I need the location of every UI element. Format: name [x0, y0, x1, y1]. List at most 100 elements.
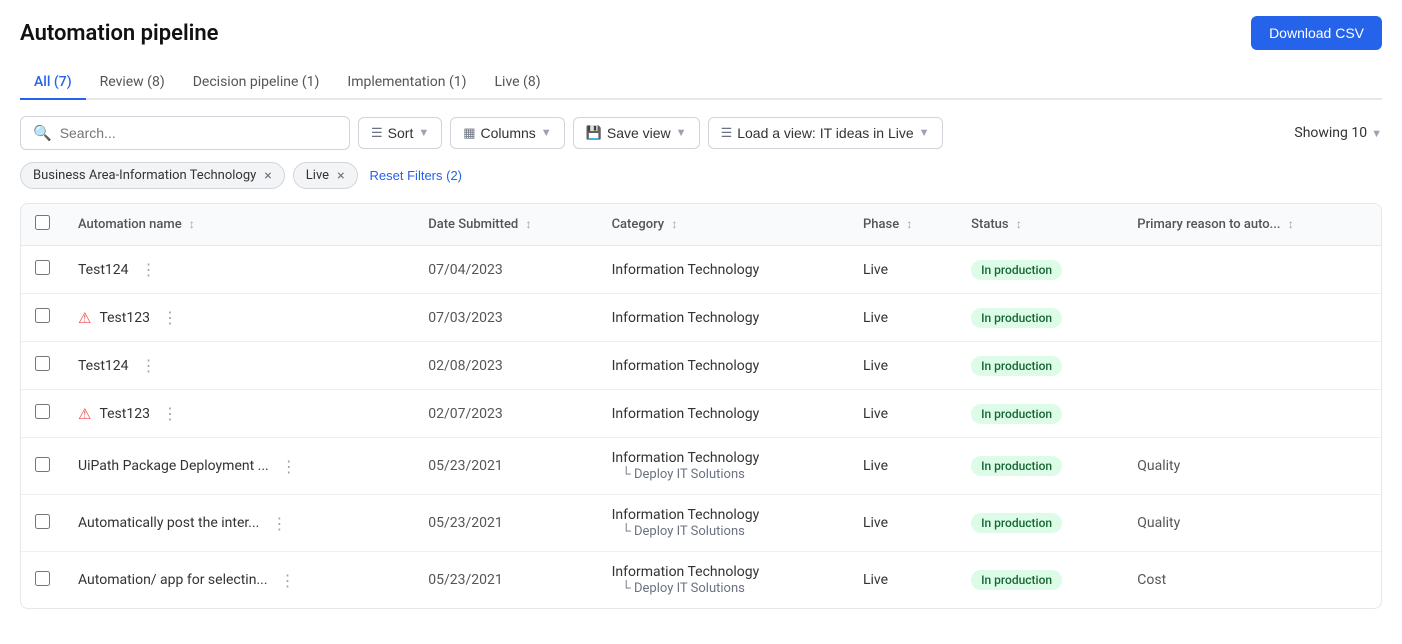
- row-category-2: Information Technology: [612, 358, 835, 374]
- row-checkbox-cell-2: [21, 342, 64, 390]
- showing-count[interactable]: Showing 10 ▼: [1294, 125, 1382, 141]
- load-view-button[interactable]: ☰ Load a view: IT ideas in Live ▼: [708, 117, 943, 149]
- row-menu-6[interactable]: ⋮: [276, 569, 300, 592]
- row-primary-cell-6: Cost: [1123, 552, 1381, 609]
- showing-chevron-icon: ▼: [1371, 127, 1382, 140]
- tabs-bar: All (7)Review (8)Decision pipeline (1)Im…: [20, 66, 1382, 100]
- table-body: Test124 ⋮ 07/04/2023 Information Technol…: [21, 246, 1381, 609]
- table-wrapper: Automation name ↕ Date Submitted ↕ Categ…: [20, 203, 1382, 609]
- row-menu-5[interactable]: ⋮: [267, 512, 291, 535]
- row-status-cell-5: In production: [957, 495, 1123, 552]
- page-header: Automation pipeline Download CSV: [20, 16, 1382, 50]
- row-checkbox-cell-5: [21, 495, 64, 552]
- table-row: Test124 ⋮ 02/08/2023 Information Technol…: [21, 342, 1381, 390]
- row-name-2: Test124: [78, 358, 129, 374]
- select-all-checkbox[interactable]: [35, 215, 50, 230]
- col-status: Status ↕: [957, 204, 1123, 246]
- filter-chip-close-biz-area[interactable]: ×: [264, 169, 271, 183]
- table-row: Test124 ⋮ 07/04/2023 Information Technol…: [21, 246, 1381, 294]
- table-row: UiPath Package Deployment ... ⋮ 05/23/20…: [21, 438, 1381, 495]
- row-name-cell-4: UiPath Package Deployment ... ⋮: [64, 438, 414, 495]
- row-name-cell-5: Automatically post the inter... ⋮: [64, 495, 414, 552]
- save-view-icon: 💾: [586, 125, 602, 141]
- row-phase-cell-6: Live: [849, 552, 957, 609]
- row-menu-2[interactable]: ⋮: [137, 354, 161, 377]
- save-view-button[interactable]: 💾 Save view ▼: [573, 117, 700, 149]
- columns-chevron-icon: ▼: [541, 127, 552, 139]
- status-badge-4: In production: [971, 456, 1062, 476]
- load-view-label: Load a view: IT ideas in Live: [737, 125, 913, 141]
- status-sort-icon: ↕: [1016, 217, 1022, 231]
- toolbar: 🔍 ☰ Sort ▼ ▦ Columns ▼ 💾 Save view ▼ ☰ L…: [20, 116, 1382, 150]
- status-badge-6: In production: [971, 570, 1062, 590]
- row-status-cell-2: In production: [957, 342, 1123, 390]
- row-category-cell-4: Information Technology Deploy IT Solutio…: [598, 438, 849, 495]
- row-subcategory-6: Deploy IT Solutions: [612, 580, 835, 596]
- status-badge-2: In production: [971, 356, 1062, 376]
- col-category: Category ↕: [598, 204, 849, 246]
- load-view-icon: ☰: [721, 125, 733, 141]
- col-date: Date Submitted ↕: [414, 204, 597, 246]
- row-menu-0[interactable]: ⋮: [137, 258, 161, 281]
- row-checkbox-5[interactable]: [35, 514, 50, 529]
- row-checkbox-cell-0: [21, 246, 64, 294]
- row-checkbox-cell-3: [21, 390, 64, 438]
- row-status-cell-4: In production: [957, 438, 1123, 495]
- row-phase-cell-2: Live: [849, 342, 957, 390]
- row-menu-4[interactable]: ⋮: [277, 455, 301, 478]
- row-checkbox-2[interactable]: [35, 356, 50, 371]
- col-name: Automation name ↕: [64, 204, 414, 246]
- status-badge-3: In production: [971, 404, 1062, 424]
- row-checkbox-cell-1: [21, 294, 64, 342]
- search-input[interactable]: [60, 125, 337, 141]
- table-row: Automation/ app for selectin... ⋮ 05/23/…: [21, 552, 1381, 609]
- row-category-cell-5: Information Technology Deploy IT Solutio…: [598, 495, 849, 552]
- sort-button[interactable]: ☰ Sort ▼: [358, 117, 442, 149]
- columns-button[interactable]: ▦ Columns ▼: [450, 117, 564, 149]
- showing-count-label: Showing 10: [1294, 125, 1367, 141]
- row-checkbox-6[interactable]: [35, 571, 50, 586]
- reset-filters-button[interactable]: Reset Filters (2): [366, 168, 466, 183]
- select-all-header: [21, 204, 64, 246]
- row-menu-1[interactable]: ⋮: [158, 306, 182, 329]
- filter-chip-label: Business Area-Information Technology: [33, 168, 256, 183]
- row-category-4: Information Technology: [612, 450, 835, 466]
- tab-decision[interactable]: Decision pipeline (1): [179, 66, 334, 100]
- tab-implementation[interactable]: Implementation (1): [333, 66, 480, 100]
- row-status-cell-3: In production: [957, 390, 1123, 438]
- row-subcategory-4: Deploy IT Solutions: [612, 466, 835, 482]
- row-checkbox-3[interactable]: [35, 404, 50, 419]
- columns-icon: ▦: [463, 125, 475, 141]
- tab-live[interactable]: Live (8): [481, 66, 555, 100]
- download-csv-button[interactable]: Download CSV: [1251, 16, 1382, 50]
- row-category-cell-1: Information Technology: [598, 294, 849, 342]
- row-checkbox-0[interactable]: [35, 260, 50, 275]
- row-date-cell-5: 05/23/2021: [414, 495, 597, 552]
- row-checkbox-4[interactable]: [35, 457, 50, 472]
- row-checkbox-1[interactable]: [35, 308, 50, 323]
- row-category-1: Information Technology: [612, 310, 835, 326]
- row-category-cell-2: Information Technology: [598, 342, 849, 390]
- row-name-1: Test123: [99, 310, 150, 326]
- row-category-3: Information Technology: [612, 406, 835, 422]
- row-menu-3[interactable]: ⋮: [158, 402, 182, 425]
- tab-review[interactable]: Review (8): [86, 66, 179, 100]
- row-checkbox-cell-4: [21, 438, 64, 495]
- row-category-5: Information Technology: [612, 507, 835, 523]
- row-date-cell-4: 05/23/2021: [414, 438, 597, 495]
- row-phase-cell-1: Live: [849, 294, 957, 342]
- row-name-cell-3: ⚠ Test123 ⋮: [64, 390, 414, 438]
- row-category-cell-0: Information Technology: [598, 246, 849, 294]
- save-view-label: Save view: [607, 125, 671, 141]
- search-box: 🔍: [20, 116, 350, 150]
- table-row: ⚠ Test123 ⋮ 07/03/2023 Information Techn…: [21, 294, 1381, 342]
- row-name-cell-2: Test124 ⋮: [64, 342, 414, 390]
- page-container: Automation pipeline Download CSV All (7)…: [0, 0, 1402, 625]
- columns-label: Columns: [481, 125, 536, 141]
- row-name-cell-6: Automation/ app for selectin... ⋮: [64, 552, 414, 609]
- row-primary-cell-5: Quality: [1123, 495, 1381, 552]
- load-view-chevron-icon: ▼: [919, 127, 930, 139]
- filter-chip-close-live[interactable]: ×: [337, 169, 344, 183]
- row-date-cell-2: 02/08/2023: [414, 342, 597, 390]
- tab-all[interactable]: All (7): [20, 66, 86, 100]
